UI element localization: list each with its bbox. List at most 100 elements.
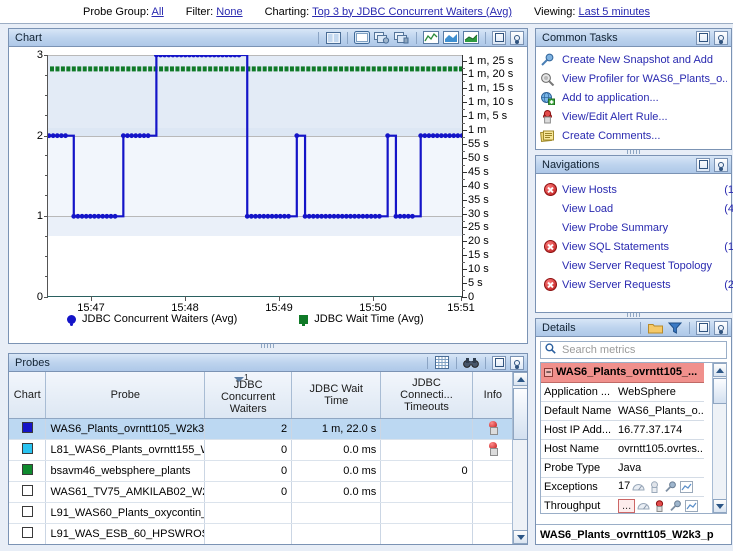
details-row[interactable]: Application ... WebSphere [541, 382, 705, 402]
common-tasks-list: Create New Snapshot and Add View Profiler… [536, 47, 731, 145]
probe-group-value-link[interactable]: All [152, 6, 164, 18]
common-task-item[interactable]: Create New Snapshot and Add [536, 50, 731, 69]
probes-vertical-scrollbar[interactable] [512, 372, 527, 544]
details-vertical-scrollbar[interactable] [712, 363, 726, 513]
details-group-header[interactable]: − WAS6_Plants_ovrntt105_... [541, 363, 705, 383]
chart-canvas[interactable]: 3 2 1 0 15:47 15:48 15:49 15:50 15:51 [37, 49, 475, 314]
common-task-item[interactable]: View Profiler for WAS6_Plants_o... [536, 69, 731, 88]
trend-chart-icon[interactable] [685, 499, 699, 512]
restore-icon[interactable] [492, 30, 506, 45]
column-header-chart[interactable]: Chart [9, 372, 47, 419]
pin-icon[interactable] [664, 480, 677, 493]
alarm-icon[interactable] [487, 421, 499, 435]
split-view-icon[interactable] [325, 31, 341, 45]
folder-icon[interactable] [647, 321, 663, 335]
info-cell[interactable] [472, 481, 515, 503]
probes-table-container[interactable]: Chart Probe 1 JDBC Concurrent Waiters JD… [9, 372, 527, 544]
jdbc-timeouts-cell [380, 502, 473, 524]
gauge-icon[interactable] [632, 481, 645, 493]
details-row[interactable]: Default Name WAS6_Plants_o... [541, 401, 705, 421]
table-row[interactable]: bsavm46_websphere_plants 0 0.0 ms 0 [9, 460, 515, 482]
info-cell[interactable] [472, 502, 515, 524]
details-metric-value: 16.77.37.174 [618, 423, 683, 436]
details-row[interactable]: Exceptions 17 [541, 477, 705, 497]
column-header-jdbc-wait-time[interactable]: JDBC Wait Time [291, 372, 382, 419]
info-cell[interactable] [472, 523, 515, 544]
alert-bell-icon[interactable] [648, 480, 661, 493]
navigation-item[interactable]: View Load (4 [536, 199, 733, 218]
column-header-info[interactable]: Info [472, 372, 515, 419]
chart-color-checkbox[interactable] [9, 439, 47, 461]
table-row[interactable]: L91_WAS_ESB_60_HPSWROS0... [9, 523, 515, 544]
restore-icon[interactable] [696, 157, 710, 172]
collapse-toggle-icon[interactable]: − [544, 368, 553, 378]
line-chart-icon[interactable] [423, 31, 439, 45]
table-row[interactable]: L81_WAS6_Plants_ovrntt155_W... 0 0.0 ms [9, 439, 515, 461]
alarm-icon[interactable] [487, 442, 499, 456]
charting-value-link[interactable]: Top 3 by JDBC Concurrent Waiters (Avg) [312, 6, 512, 18]
details-row[interactable]: Host IP Add... 16.77.37.174 [541, 420, 705, 440]
scrollbar-thumb[interactable] [713, 378, 726, 404]
scrollbar-thumb[interactable] [513, 388, 527, 440]
filter-funnel-icon[interactable] [667, 321, 683, 335]
column-header-jdbc-waiters[interactable]: 1 JDBC Concurrent Waiters [204, 372, 293, 419]
chart-color-checkbox[interactable] [9, 502, 47, 524]
chart-settings-icon[interactable] [374, 31, 390, 45]
filter-value-link[interactable]: None [216, 6, 242, 18]
chart-color-checkbox[interactable] [9, 460, 47, 482]
restore-icon[interactable] [696, 30, 710, 45]
common-task-item[interactable]: Add to application... [536, 88, 731, 107]
alert-bell-red-icon[interactable] [653, 499, 666, 512]
common-task-item[interactable]: View/Edit Alert Rule... [536, 107, 731, 126]
navigation-item[interactable]: View Probe Summary [536, 218, 731, 237]
column-header-jdbc-timeouts[interactable]: JDBC Connecti... Timeouts [380, 372, 473, 419]
common-task-item[interactable]: Create Comments... [536, 126, 731, 145]
details-group-header-row[interactable]: − WAS6_Plants_ovrntt105_... [541, 363, 705, 383]
scroll-down-button[interactable] [713, 499, 726, 513]
restore-icon[interactable] [696, 320, 710, 335]
gauge-icon[interactable] [637, 500, 650, 512]
pin-icon[interactable] [714, 30, 728, 45]
info-cell[interactable] [472, 460, 515, 482]
maximize-chart-icon[interactable] [354, 31, 370, 45]
right-axis-tick [462, 102, 467, 104]
search-metrics-box[interactable] [540, 341, 727, 359]
info-cell[interactable] [472, 418, 515, 440]
scroll-up-button[interactable] [713, 363, 726, 377]
details-row[interactable]: Probe Type Java [541, 458, 705, 478]
pin-icon[interactable] [714, 157, 728, 172]
table-row[interactable]: WAS61_TV75_AMKILAB02_W2k3 0 0.0 ms [9, 481, 515, 503]
chart-color-checkbox[interactable] [9, 418, 47, 440]
details-metrics-container[interactable]: − WAS6_Plants_ovrntt105_... Application ..… [540, 362, 727, 514]
search-input[interactable] [560, 343, 722, 357]
chart-color-checkbox[interactable] [9, 481, 47, 503]
grid-icon[interactable] [434, 356, 450, 370]
table-row[interactable]: WAS6_Plants_ovrntt105_W2k3_... 2 1 m, 22.0… [9, 418, 515, 440]
stacked-area-chart-icon[interactable] [463, 31, 479, 45]
navigation-item[interactable]: View SQL Statements (1 [536, 237, 733, 256]
pin-icon[interactable] [510, 30, 524, 45]
scroll-up-button[interactable] [513, 372, 527, 386]
details-row[interactable]: Host Name ovrntt105.ovrtes... [541, 439, 705, 459]
navigation-item[interactable]: View Hosts (1 [536, 180, 733, 199]
scroll-down-button[interactable] [513, 530, 527, 544]
trend-chart-icon[interactable] [680, 480, 694, 493]
pin-icon[interactable] [510, 355, 524, 370]
table-row[interactable]: L91_WAS60_Plants_oxycontin_1... [9, 502, 515, 524]
navigation-item[interactable]: View Server Request Topology [536, 256, 731, 275]
chart-resize-grip[interactable] [9, 343, 527, 349]
column-header-probe[interactable]: Probe [45, 372, 206, 419]
binoculars-icon[interactable] [463, 356, 479, 370]
chart-copy-icon[interactable] [394, 31, 410, 45]
pin-icon[interactable] [669, 499, 682, 512]
chart-plot-area[interactable]: 3 2 1 0 15:47 15:48 15:49 15:50 15:51 0 … [9, 47, 527, 343]
info-cell[interactable] [472, 439, 515, 461]
restore-icon[interactable] [492, 355, 506, 370]
pin-icon[interactable] [714, 320, 728, 335]
navigation-item[interactable]: View Server Requests (2 [536, 275, 733, 294]
arrow-down-icon [516, 534, 525, 540]
area-chart-icon[interactable] [443, 31, 459, 45]
viewing-value-link[interactable]: Last 5 minutes [578, 6, 650, 18]
chart-color-checkbox[interactable] [9, 523, 47, 544]
details-row[interactable]: Throughput... [541, 496, 705, 513]
